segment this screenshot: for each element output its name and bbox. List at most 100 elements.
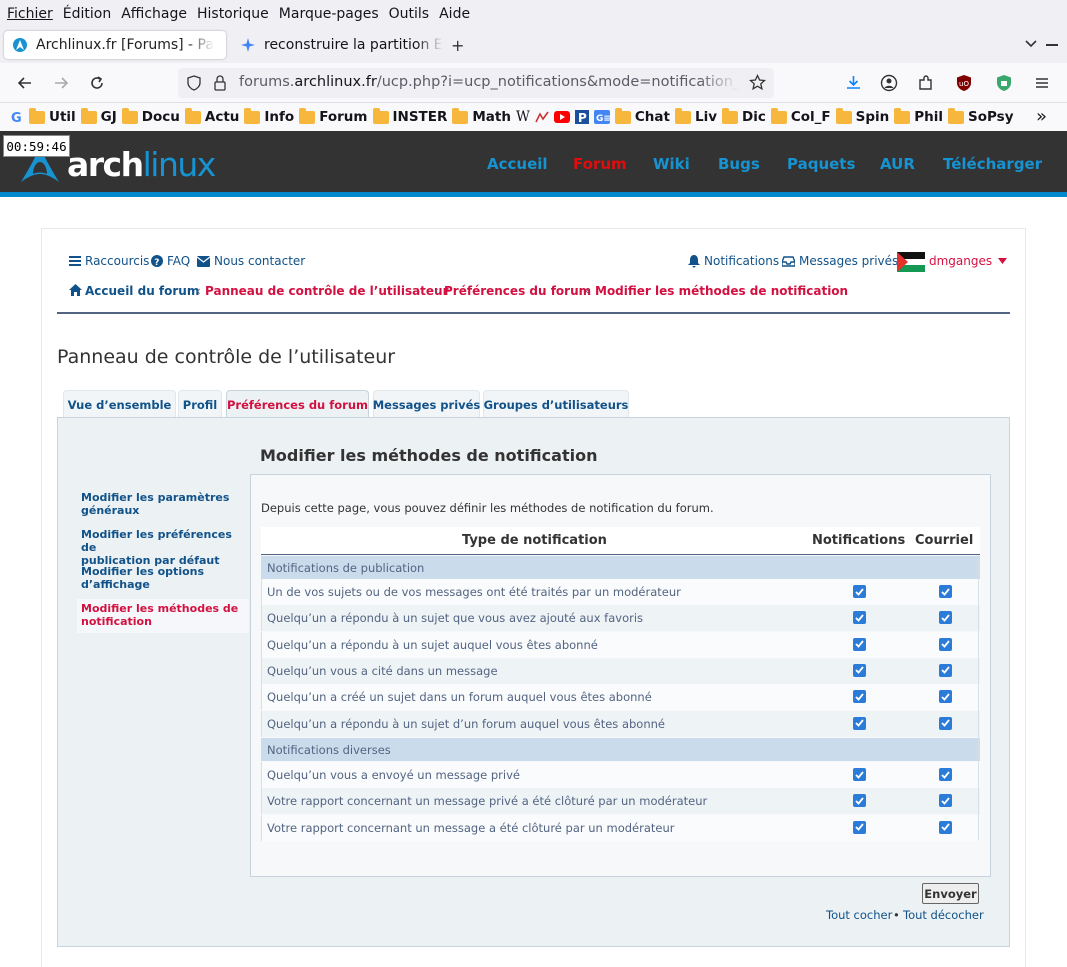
shield-icon[interactable] xyxy=(186,75,202,91)
arch-nav-bugs[interactable]: Bugs xyxy=(718,155,760,173)
bookmark-folder[interactable]: SoPsy xyxy=(948,107,1014,125)
folder-icon xyxy=(722,107,738,124)
notification-checkbox[interactable] xyxy=(853,611,866,625)
wikipedia-bookmark-icon[interactable]: W xyxy=(516,109,530,125)
bookmark-folder[interactable]: Spin xyxy=(835,107,889,125)
arch-nav-telecharger[interactable]: Télécharger xyxy=(943,155,1042,173)
tab-reconstruire[interactable]: reconstruire la partition E xyxy=(232,31,444,59)
minimize-icon[interactable] xyxy=(1046,44,1058,46)
back-arrow-icon[interactable] xyxy=(15,73,35,93)
hamburger-menu-icon[interactable] xyxy=(1034,75,1050,91)
reload-icon[interactable] xyxy=(87,73,107,93)
bookmark-folder[interactable]: Docu xyxy=(121,107,180,125)
bookmark-folder[interactable]: Dic xyxy=(722,107,766,125)
menu-affichage[interactable]: Affichage xyxy=(121,6,187,22)
email-checkbox[interactable] xyxy=(939,690,952,704)
arch-nav-accueil[interactable]: Accueil xyxy=(487,155,548,173)
breadcrumb-home[interactable]: Accueil du forum xyxy=(85,284,199,298)
shortcuts-link[interactable]: Raccourcis xyxy=(69,254,149,268)
notification-checkbox[interactable] xyxy=(853,690,866,704)
menu-aide[interactable]: Aide xyxy=(439,6,470,22)
notification-checkbox[interactable] xyxy=(853,637,866,651)
user-avatar-flag[interactable] xyxy=(897,252,925,272)
url-bar[interactable]: forums.archlinux.fr/ucp.php?i=ucp_notifi… xyxy=(178,68,774,98)
google-bookmark-icon[interactable]: G xyxy=(10,110,24,124)
tab-profile[interactable]: Profil xyxy=(178,390,222,418)
email-checkbox[interactable] xyxy=(939,768,952,781)
notifications-link[interactable]: Notifications xyxy=(688,254,779,268)
notification-checkbox[interactable] xyxy=(853,820,866,834)
bookmarks-overflow-icon[interactable]: » xyxy=(1036,106,1047,127)
unmark-all-link[interactable]: Tout décocher xyxy=(903,908,984,922)
tab-usergroups[interactable]: Groupes d’utilisateurs xyxy=(483,390,629,418)
privacy-badger-icon[interactable] xyxy=(995,74,1013,92)
email-checkbox[interactable] xyxy=(939,663,952,677)
bookmark-folder[interactable]: Util xyxy=(29,107,76,125)
sidebar-item-post-defaults[interactable]: Modifier les préférences de publication p… xyxy=(81,528,246,567)
youtube-bookmark-icon[interactable] xyxy=(553,111,570,123)
menu-fichier[interactable]: Fichier xyxy=(7,6,53,22)
breadcrumb-preferences[interactable]: Préférences du forum xyxy=(444,284,591,298)
bookmark-folder[interactable]: Liv xyxy=(674,107,717,125)
account-icon[interactable] xyxy=(880,74,898,92)
tab-private-messages[interactable]: Messages privés xyxy=(373,390,480,418)
email-checkbox[interactable] xyxy=(939,637,952,651)
tab-archlinux-forum[interactable]: Archlinux.fr [Forums] - Pa xyxy=(4,31,226,59)
menu-bar: Fichier Édition Affichage Historique Mar… xyxy=(0,0,1067,27)
p-bookmark-icon[interactable]: P xyxy=(574,110,589,124)
menu-marque-pages[interactable]: Marque-pages xyxy=(279,6,379,22)
bookmark-folder[interactable]: Col_F xyxy=(770,107,831,125)
submit-button[interactable]: Envoyer xyxy=(922,883,979,904)
private-messages-link[interactable]: Messages privés xyxy=(782,254,898,268)
sidebar-item-notifications[interactable]: Modifier les méthodes de notification xyxy=(81,602,246,628)
table-row: Quelqu’un vous a cité dans un message xyxy=(261,657,980,684)
bookmark-folder[interactable]: INSTER xyxy=(372,107,447,125)
breadcrumb-current[interactable]: Modifier les méthodes de notification xyxy=(595,284,848,298)
download-icon[interactable] xyxy=(845,74,862,91)
bookmark-folder[interactable]: Actu xyxy=(184,107,239,125)
bookmark-star-icon[interactable] xyxy=(749,74,766,91)
notification-checkbox[interactable] xyxy=(853,716,866,730)
tab-overview[interactable]: Vue d’ensemble xyxy=(63,390,176,418)
new-tab-button[interactable]: + xyxy=(451,36,464,55)
notification-checkbox[interactable] xyxy=(853,585,866,598)
mark-all-link[interactable]: Tout cocher xyxy=(826,908,892,922)
faq-link[interactable]: ? FAQ xyxy=(151,254,190,268)
bookmark-folder[interactable]: Math xyxy=(452,107,511,125)
notification-checkbox[interactable] xyxy=(853,663,866,677)
breadcrumb-separator: ‹ xyxy=(434,284,439,298)
bookmark-folder[interactable]: Info xyxy=(244,107,294,125)
notification-checkbox[interactable] xyxy=(853,768,866,781)
bookmark-folder[interactable]: Forum xyxy=(299,107,368,125)
bookmark-folder[interactable]: Phil xyxy=(894,107,943,125)
arch-nav-aur[interactable]: AUR xyxy=(880,155,915,173)
arch-nav-wiki[interactable]: Wiki xyxy=(653,155,690,173)
email-checkbox[interactable] xyxy=(939,820,952,834)
sidebar-item-general[interactable]: Modifier les paramètres généraux xyxy=(81,491,246,517)
lock-icon[interactable] xyxy=(213,75,227,91)
timer-overlay: 00:59:46 xyxy=(3,135,70,157)
menu-edition[interactable]: Édition xyxy=(63,6,111,22)
contact-link[interactable]: Nous contacter xyxy=(197,254,305,268)
bookmark-folder[interactable]: Chat xyxy=(614,107,670,125)
arch-nav-forum[interactable]: Forum xyxy=(573,155,627,173)
ublock-icon[interactable]: uO xyxy=(955,74,973,92)
menu-historique[interactable]: Historique xyxy=(197,6,269,22)
extensions-icon[interactable] xyxy=(917,74,935,92)
bookmark-folder[interactable]: GJ xyxy=(80,107,117,125)
menu-outils[interactable]: Outils xyxy=(389,6,429,22)
arch-nav-paquets[interactable]: Paquets xyxy=(787,155,855,173)
breadcrumb-ucp[interactable]: Panneau de contrôle de l’utilisateur xyxy=(205,284,449,298)
email-checkbox[interactable] xyxy=(939,794,952,808)
email-checkbox[interactable] xyxy=(939,585,952,598)
forward-arrow-icon[interactable] xyxy=(51,73,71,93)
chart-bookmark-icon[interactable] xyxy=(535,110,549,124)
chevron-down-icon[interactable] xyxy=(1024,37,1038,51)
sidebar-item-display[interactable]: Modifier les options d’affichage xyxy=(81,565,246,591)
tab-preferences[interactable]: Préférences du forum xyxy=(226,390,369,418)
email-checkbox[interactable] xyxy=(939,716,952,730)
user-menu[interactable]: dmganges xyxy=(929,254,1008,268)
translate-bookmark-icon[interactable]: G≡ xyxy=(593,110,610,124)
email-checkbox[interactable] xyxy=(939,611,952,625)
notification-checkbox[interactable] xyxy=(853,794,866,808)
